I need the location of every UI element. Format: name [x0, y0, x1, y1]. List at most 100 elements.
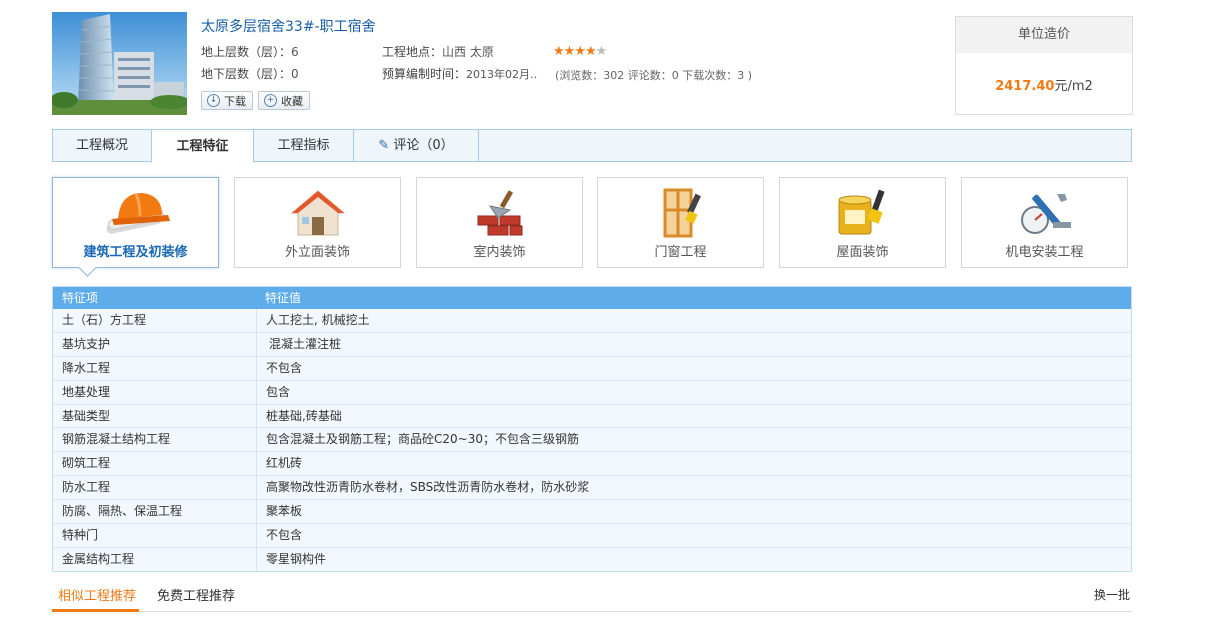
tab-free-projects[interactable]: 免费工程推荐: [157, 585, 235, 604]
tab-similar-projects[interactable]: 相似工程推荐: [58, 585, 136, 604]
download-button[interactable]: ↓ 下载: [201, 91, 253, 110]
divider: [52, 611, 1132, 612]
table-row: 金属结构工程 零星钢构件: [53, 547, 1131, 571]
floors-above: 地上层数（层）：6: [201, 43, 299, 60]
project-title[interactable]: 太原多层宿舍33#-职工宿舍: [201, 16, 376, 36]
feature-value: 高聚物改性沥青防水卷材，SBS改性沥青防水卷材，防水砂浆: [256, 476, 1131, 500]
unit-price: 2417.40元/m2: [956, 53, 1132, 94]
feature-value: 桩基础,砖基础: [256, 404, 1131, 428]
feature-item: 土（石）方工程: [62, 313, 147, 327]
hardhat-icon: [53, 184, 218, 242]
star-icon: ★: [553, 44, 565, 59]
table-row: 砌筑工程 红机砖: [53, 452, 1131, 477]
house-icon: [235, 184, 400, 242]
category-label: 门窗工程: [654, 245, 707, 260]
tab-features[interactable]: 工程特征: [151, 129, 254, 163]
tab-indicators[interactable]: 工程指标: [254, 129, 354, 162]
category-construction[interactable]: 建筑工程及初装修: [52, 177, 219, 277]
star-icon: ★: [574, 44, 586, 59]
feature-value: 混凝土灌注桩: [256, 332, 1131, 356]
unit-price-value: 2417.40: [995, 79, 1055, 94]
download-icon: ↓: [207, 94, 220, 107]
paint-bucket-icon: [780, 184, 945, 242]
budget-time-label: 预算编制时间：: [382, 67, 467, 81]
feature-item: 地基处理: [62, 384, 111, 399]
feature-item: 防腐、隔热、保温工程: [62, 504, 183, 519]
category-label: 外立面装饰: [284, 245, 350, 260]
unit-price-box: 单位造价 2417.40元/m2: [955, 16, 1133, 115]
download-label: 下载: [224, 94, 246, 108]
feature-item: 钢筋混凝土结构工程: [62, 432, 171, 447]
favorite-button[interactable]: + 收藏: [258, 91, 310, 110]
feature-item: 防水工程: [62, 480, 111, 495]
category-label: 屋面装饰: [836, 245, 889, 260]
table-row: 降水工程 不包含: [53, 356, 1131, 381]
feature-value: 不包含: [256, 524, 1131, 547]
category-roof[interactable]: 屋面装饰: [779, 177, 946, 268]
feature-value: 包含混凝土及钢筋工程；商品砼C20~30；不包含三级钢筋: [256, 428, 1131, 452]
unit-price-header: 单位造价: [956, 17, 1132, 53]
feature-value: 人工挖土, 机械挖土: [256, 309, 1131, 332]
table-row: 基础类型 桩基础,砖基础: [53, 404, 1131, 429]
category-interior[interactable]: 室内装饰: [416, 177, 583, 268]
category-label: 机电安装工程: [1005, 245, 1084, 260]
floors-below-value: 0: [291, 67, 299, 81]
star-empty-icon: ★: [595, 44, 608, 59]
feature-item: 砌筑工程: [62, 456, 111, 471]
feature-item: 降水工程: [62, 360, 111, 375]
project-stats: (浏览数：302 评论数：0 下载次数：3 ): [555, 69, 753, 82]
budget-time: 预算编制时间：2013年02月‥: [382, 65, 537, 82]
category-doors-windows[interactable]: 门窗工程: [597, 177, 764, 268]
feature-value: 红机砖: [256, 452, 1131, 476]
feature-table: 特征项 特征值 土（石）方工程 人工挖土, 机械挖土 基坑支护 混凝土灌注桩 降水工…: [52, 286, 1132, 572]
rating-stars: ★★★★★: [553, 44, 608, 59]
project-thumbnail[interactable]: [52, 12, 187, 115]
table-row: 基坑支护 混凝土灌注桩: [53, 332, 1131, 357]
detail-tabs: 工程概况 工程特征 工程指标 ✎ 评论（0）: [52, 129, 1132, 163]
floors-below-label: 地下层数（层）：: [201, 67, 292, 81]
active-indicator: [78, 258, 97, 277]
pencil-icon: ✎: [378, 138, 390, 153]
category-label: 室内装饰: [473, 245, 526, 260]
tab-overview[interactable]: 工程概况: [53, 129, 152, 162]
category-label: 建筑工程及初装修: [83, 245, 188, 260]
feature-item: 特种门: [62, 528, 99, 543]
star-icon: ★: [563, 44, 576, 59]
star-icon: ★: [584, 44, 597, 59]
project-location: 工程地点：山西 太原: [382, 43, 494, 60]
feature-value: 聚苯板: [256, 500, 1131, 524]
category-mep[interactable]: 机电安装工程: [961, 177, 1128, 268]
floors-below: 地下层数（层）：0: [201, 65, 299, 82]
table-row: 防腐、隔热、保温工程 聚苯板: [53, 500, 1131, 525]
table-row: 特种门 不包含: [53, 524, 1131, 548]
table-header-row: 特征项 特征值: [53, 287, 1131, 309]
table-row: 钢筋混凝土结构工程 包含混凝土及钢筋工程；商品砼C20~30；不包含三级钢筋: [53, 428, 1131, 453]
wrench-gauge-icon: [962, 184, 1127, 242]
floors-above-label: 地上层数（层）：: [201, 45, 292, 59]
feature-item: 基坑支护: [62, 336, 111, 351]
table-row: 土（石）方工程 人工挖土, 机械挖土: [53, 309, 1131, 333]
add-icon: +: [264, 94, 277, 107]
trowel-bricks-icon: [417, 184, 582, 242]
column-header-value: 特征值: [265, 291, 302, 305]
feature-value: 不包含: [256, 356, 1131, 380]
category-facade[interactable]: 外立面装饰: [234, 177, 401, 268]
feature-value: 包含: [256, 380, 1131, 404]
tab-comments-label: 评论（0）: [393, 138, 454, 153]
table-row: 地基处理 包含: [53, 380, 1131, 405]
refresh-batch-link[interactable]: 换一批: [1094, 586, 1130, 603]
location-value: 山西 太原: [442, 45, 494, 59]
feature-item: 基础类型: [62, 408, 111, 423]
feature-item: 金属结构工程: [62, 551, 135, 566]
floors-above-value: 6: [291, 45, 299, 59]
tab-comments[interactable]: ✎ 评论（0）: [354, 129, 479, 162]
feature-value: 零星钢构件: [256, 547, 1131, 571]
favorite-label: 收藏: [281, 94, 303, 108]
window-brush-icon: [598, 184, 763, 242]
unit-price-unit: 元/m2: [1054, 79, 1093, 94]
budget-time-value: 2013年02月‥: [466, 68, 538, 81]
active-tab-underline: [52, 609, 139, 612]
location-label: 工程地点：: [382, 45, 443, 59]
table-row: 防水工程 高聚物改性沥青防水卷材，SBS改性沥青防水卷材，防水砂浆: [53, 476, 1131, 501]
column-header-item: 特征项: [62, 291, 99, 305]
